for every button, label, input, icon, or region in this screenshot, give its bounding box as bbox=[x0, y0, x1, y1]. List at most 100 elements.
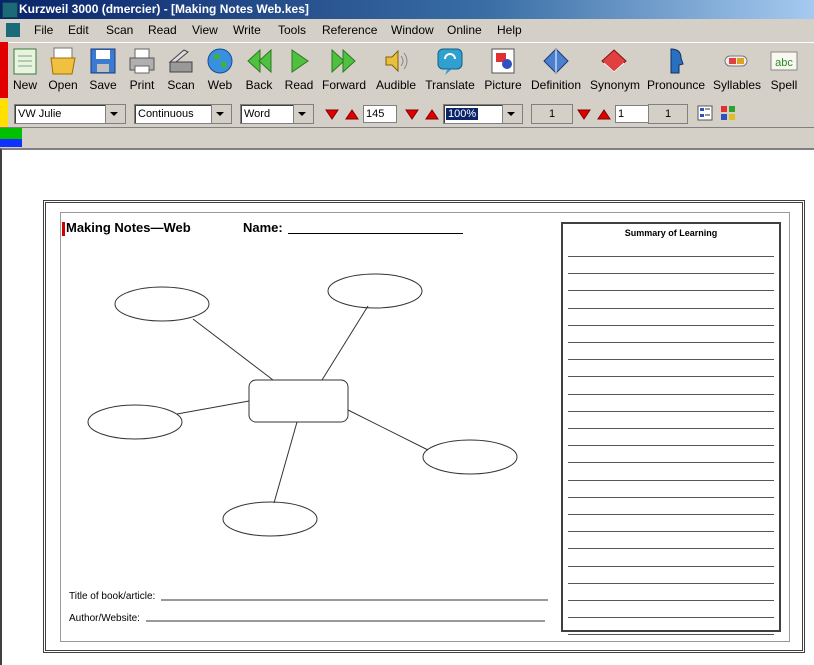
page-input[interactable]: 1 bbox=[615, 105, 649, 123]
new-label: New bbox=[12, 78, 37, 92]
pronounce-label: Pronounce bbox=[647, 78, 706, 92]
printer-icon bbox=[129, 48, 155, 74]
picture-button[interactable]: Picture bbox=[484, 44, 522, 96]
chevron-down-icon[interactable] bbox=[293, 105, 313, 123]
definition-button[interactable]: Definition bbox=[531, 44, 581, 96]
definition-book-icon bbox=[543, 48, 569, 74]
voice-value: VW Julie bbox=[18, 108, 62, 120]
reading-unit-select[interactable]: Word bbox=[240, 104, 314, 124]
zoom-up-icon[interactable] bbox=[424, 106, 440, 122]
speed-up-icon[interactable] bbox=[344, 106, 360, 122]
chevron-down-icon[interactable] bbox=[211, 105, 231, 123]
voice-select[interactable]: VW Julie bbox=[14, 104, 126, 124]
summary-line bbox=[568, 462, 774, 464]
pronounce-icon bbox=[670, 48, 684, 74]
web-button[interactable]: Web bbox=[204, 44, 236, 96]
menu-write[interactable]: Write bbox=[233, 23, 261, 37]
summary-line bbox=[568, 428, 774, 429]
synonym-label: Synonym bbox=[590, 78, 641, 92]
page-left-field[interactable]: 1 bbox=[531, 104, 573, 124]
reading-mode-select[interactable]: Continuous bbox=[134, 104, 232, 124]
menu-reference[interactable]: Reference bbox=[322, 23, 377, 37]
web-label: Web bbox=[207, 78, 233, 92]
menu-help[interactable]: Help bbox=[497, 23, 522, 37]
summary-line bbox=[568, 445, 774, 447]
layout-list-icon[interactable] bbox=[697, 105, 713, 121]
summary-line bbox=[568, 342, 774, 343]
print-label: Print bbox=[129, 78, 155, 92]
audible-button[interactable]: Audible bbox=[375, 44, 417, 96]
summary-line bbox=[568, 273, 774, 275]
menu-tools[interactable]: Tools bbox=[278, 23, 306, 37]
read-button[interactable]: Read bbox=[282, 44, 316, 96]
speed-down-icon[interactable] bbox=[324, 106, 340, 122]
save-label: Save bbox=[89, 78, 117, 92]
audible-label: Audible bbox=[375, 78, 417, 92]
name-line bbox=[288, 233, 463, 234]
summary-box: Summary of Learning bbox=[561, 222, 781, 636]
picture-icon bbox=[491, 48, 515, 74]
menu-bar: File Edit Scan Read View Write Tools Ref… bbox=[0, 19, 814, 42]
reading-unit-value: Word bbox=[244, 108, 271, 120]
svg-text:abc: abc bbox=[775, 57, 793, 69]
pronounce-button[interactable]: Pronounce bbox=[647, 44, 705, 96]
save-disk-icon bbox=[90, 48, 116, 74]
page-right-field[interactable]: 1 bbox=[648, 104, 688, 124]
summary-line bbox=[568, 514, 774, 515]
zoom-select[interactable]: 100% bbox=[443, 104, 523, 124]
menu-window[interactable]: Window bbox=[391, 23, 434, 37]
chevron-down-icon[interactable] bbox=[502, 105, 522, 123]
menu-scan[interactable]: Scan bbox=[106, 23, 133, 37]
back-label: Back bbox=[245, 78, 273, 92]
forward-label: Forward bbox=[322, 78, 367, 92]
translate-button[interactable]: Translate bbox=[425, 44, 475, 96]
scan-button[interactable]: Scan bbox=[164, 44, 198, 96]
read-label: Read bbox=[284, 78, 314, 92]
new-button[interactable]: New bbox=[9, 44, 41, 96]
syllables-button[interactable]: Syllables bbox=[713, 44, 761, 96]
speaker-icon bbox=[385, 49, 408, 73]
save-button[interactable]: Save bbox=[86, 44, 120, 96]
back-arrows-icon bbox=[247, 48, 272, 74]
open-button[interactable]: Open bbox=[46, 44, 80, 96]
menu-online[interactable]: Online bbox=[447, 23, 482, 37]
summary-line bbox=[568, 290, 774, 292]
chevron-down-icon[interactable] bbox=[105, 105, 125, 123]
cursor-marker bbox=[62, 222, 65, 236]
speed-input[interactable]: 145 bbox=[363, 105, 397, 123]
globe-icon bbox=[207, 48, 233, 74]
menu-file[interactable]: File bbox=[34, 23, 53, 37]
spell-button[interactable]: abc Spell bbox=[765, 44, 803, 96]
zoom-value: 100% bbox=[446, 108, 479, 120]
spell-label: Spell bbox=[770, 78, 798, 92]
summary-line bbox=[568, 496, 774, 498]
zoom-down-icon[interactable] bbox=[404, 106, 420, 122]
color-grid-icon[interactable] bbox=[720, 105, 736, 121]
title-field-label: Title of book/article: bbox=[69, 591, 156, 602]
synonym-button[interactable]: Synonym bbox=[590, 44, 641, 96]
title-bar: Kurzweil 3000 (dmercier) - [Making Notes… bbox=[0, 0, 814, 19]
menu-view[interactable]: View bbox=[192, 23, 218, 37]
highlight-toolbar-grip bbox=[0, 128, 22, 139]
summary-line bbox=[568, 617, 774, 619]
back-button[interactable]: Back bbox=[242, 44, 276, 96]
print-button[interactable]: Print bbox=[126, 44, 158, 96]
page-down-icon[interactable] bbox=[576, 106, 592, 122]
new-document-icon bbox=[13, 48, 37, 75]
open-folder-icon bbox=[50, 47, 76, 75]
menu-edit[interactable]: Edit bbox=[68, 23, 89, 37]
summary-line bbox=[568, 582, 774, 584]
summary-line bbox=[568, 393, 774, 395]
summary-line bbox=[568, 410, 774, 412]
name-label: Name: bbox=[243, 220, 283, 235]
page-up-icon[interactable] bbox=[596, 106, 612, 122]
menu-read[interactable]: Read bbox=[148, 23, 177, 37]
translate-icon bbox=[437, 48, 463, 75]
summary-line bbox=[568, 324, 774, 326]
summary-line bbox=[568, 531, 774, 533]
document-icon[interactable] bbox=[6, 23, 20, 37]
summary-line bbox=[568, 256, 774, 257]
author-field-label: Author/Website: bbox=[69, 613, 140, 624]
reading-mode-value: Continuous bbox=[138, 108, 194, 120]
forward-button[interactable]: Forward bbox=[322, 44, 366, 96]
